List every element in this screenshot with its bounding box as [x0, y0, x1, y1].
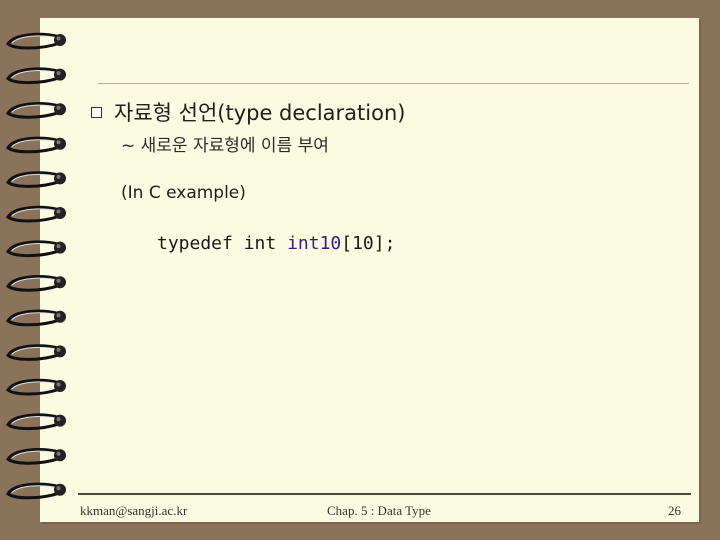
footer-email: kkman@sangji.ac.kr — [80, 503, 188, 518]
binding-ring — [6, 482, 66, 500]
code-keyword-int: int — [243, 233, 277, 254]
slide-subtext: ~ 새로운 자료형에 이름 부여 — [121, 136, 329, 156]
binding-ring — [6, 32, 66, 50]
binding-ring — [6, 275, 66, 292]
binding-ring — [6, 240, 66, 258]
example-label: (In C example) — [121, 183, 246, 203]
slide-heading: 자료형 선언(type declaration) — [114, 101, 406, 125]
header-divider — [98, 83, 689, 84]
spiral-binding — [6, 32, 66, 500]
footer-divider — [78, 493, 691, 495]
binding-ring — [6, 448, 66, 465]
binding-ring — [6, 136, 66, 154]
binding-ring — [6, 378, 66, 396]
binding-ring — [6, 309, 66, 327]
binding-ring — [6, 171, 66, 188]
checkbox-bullet-icon — [91, 106, 102, 118]
binding-ring — [6, 205, 66, 223]
binding-ring — [6, 102, 66, 119]
footer-page-number: 26 — [668, 503, 681, 518]
footer-chapter: Chap. 5 : Data Type — [327, 503, 431, 518]
binding-ring — [6, 413, 66, 431]
code-type-name: int10 — [287, 233, 342, 254]
binding-ring — [6, 67, 66, 85]
binding-ring — [6, 344, 66, 361]
slide-page — [40, 18, 699, 522]
code-array-suffix: [10]; — [341, 233, 396, 254]
heading-row: 자료형 선언(type declaration) — [91, 97, 405, 127]
code-keyword-typedef: typedef — [157, 233, 233, 254]
code-line: typedef int int10[10]; — [157, 233, 395, 254]
